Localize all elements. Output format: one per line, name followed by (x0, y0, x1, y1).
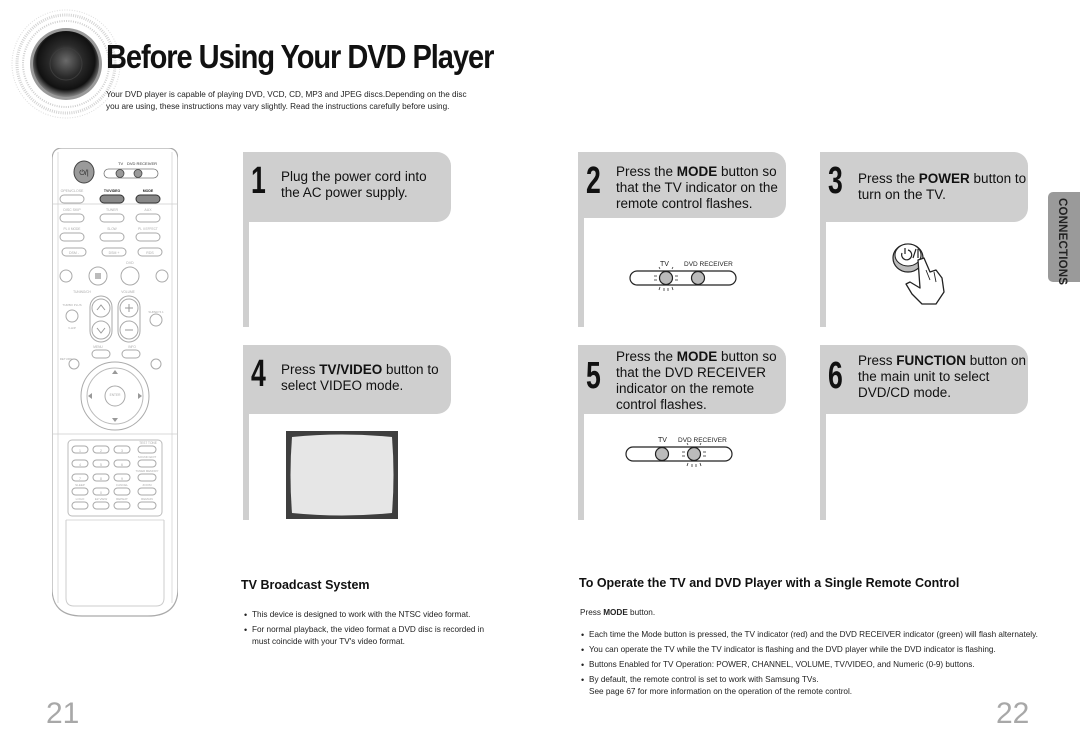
heading-rest: Broadcast System (256, 578, 370, 592)
remote-power-button: ⏻/| (73, 160, 95, 184)
bullet-item: You can operate the TV while the TV indi… (581, 644, 1071, 656)
tv-screen-illustration (286, 431, 398, 519)
single-remote-heading: To Operate the TV and DVD Player with a … (565, 569, 960, 601)
remote-label: MODE (143, 189, 154, 193)
intro-line: you are using, these instructions may va… (106, 102, 450, 111)
step-text: Press the POWER button to turn on the TV… (858, 171, 1027, 202)
press-mode-instruction: Press MODE button. (580, 608, 656, 617)
remote-digit: 2 (100, 449, 102, 453)
remote-control-illustration: ⏻/| TV DVD RECEIVER OPEN/CLOSE TV/VIDEO … (52, 148, 178, 617)
remote-digit: 9 (121, 477, 123, 481)
remote-label: LOGO (76, 497, 85, 501)
remote-label: TV/VIDEO (104, 189, 121, 193)
intro-line: Your DVD player is capable of playing DV… (106, 90, 467, 99)
remote-label: MENU (93, 345, 103, 349)
remote-label: SLEEP (75, 483, 85, 487)
svg-text:⏻/|: ⏻/| (79, 169, 88, 177)
page-number-right: 22 (996, 697, 1030, 730)
remote-label: TUNING/CH (73, 290, 91, 294)
step-number: 6 (828, 355, 843, 397)
page-title: Before Using Your DVD Player (106, 38, 494, 75)
remote-label: EZ VIEW (95, 497, 108, 501)
remote-label: TURBO PLUS (62, 303, 81, 307)
remote-label: INFO (128, 345, 136, 349)
remote-note: See page 67 for more information on the … (589, 687, 853, 696)
remote-digit: 5 (100, 463, 102, 467)
remote-label: RDS (146, 251, 154, 255)
bullet-item: Each time the Mode button is pressed, th… (581, 629, 1071, 641)
bullet-item: For normal playback, the video format a … (244, 624, 499, 648)
remote-label: ENTER (110, 393, 122, 397)
remote-label: REPEAT (116, 497, 128, 501)
remote-label: V-H/P (68, 326, 76, 330)
remote-label: DVD RECEIVER (127, 161, 157, 166)
remote-label: TEST TONE (139, 441, 157, 445)
tv-broadcast-bullets: This device is designed to work with the… (244, 609, 499, 651)
remote-label: TUNER (106, 208, 119, 212)
remote-digit: 7 (79, 477, 81, 481)
indicator-label-dvd: DVD RECEIVER (678, 437, 727, 444)
remote-digit: 4 (79, 463, 81, 467)
step-text: Plug the power cord into the AC power su… (281, 169, 427, 200)
remote-label: SLOW (107, 227, 116, 231)
remote-label: PL II EFFECT (138, 227, 158, 231)
remote-label: OPEN/CLOSE (61, 189, 84, 193)
remote-digit: 3 (121, 449, 123, 453)
remote-label: CANCEL (116, 483, 129, 487)
indicator-dvd-flashing-illustration: TV DVD RECEIVER (625, 437, 733, 467)
bullet-item: Buttons Enabled for TV Operation: POWER,… (581, 659, 1071, 671)
page-number-left: 21 (46, 697, 80, 730)
indicator-label-dvd: DVD RECEIVER (684, 261, 733, 268)
bullet-item: This device is designed to work with the… (244, 609, 499, 621)
remote-digit: 0 (100, 491, 102, 495)
heading-prefix: To (579, 576, 594, 590)
remote-label: ZOOM (143, 483, 152, 487)
heading-rest: Operate the TV and DVD Player with a Sin… (593, 576, 960, 590)
remote-label: DSM - (69, 251, 80, 255)
remote-label: AUX (144, 208, 152, 212)
step-number: 5 (586, 355, 601, 397)
bullet-item: By default, the remote control is set to… (581, 674, 1071, 686)
remote-label: PL II MODE (64, 227, 81, 231)
step-text: Press FUNCTION button on the main unit t… (858, 353, 1027, 400)
step-text: Press the MODE button so that the TV ind… (616, 164, 778, 211)
connections-section-tab: CONNECTIONS (1048, 192, 1080, 286)
connections-tab-label: CONNECTIONS (1056, 198, 1068, 286)
remote-label: DVD (126, 261, 134, 265)
remote-label: DSM + (109, 251, 120, 255)
remote-digit: 6 (121, 463, 123, 467)
indicator-label-tv: TV (658, 437, 667, 444)
power-button-hand-illustration (892, 243, 945, 305)
single-remote-bullets: Each time the Mode button is pressed, th… (581, 629, 1071, 686)
step-number: 1 (251, 160, 266, 202)
remote-label: DISC SKIP (63, 208, 81, 212)
remote-label: SUPER 5.1 (148, 310, 164, 314)
step-number: 3 (828, 160, 843, 202)
step-number: 4 (251, 353, 266, 395)
heading-prefix: TV (241, 578, 257, 592)
remote-label: TV (118, 161, 123, 166)
remote-label: REMAIN (141, 497, 153, 501)
remote-label: SOUND EDIT (138, 455, 157, 459)
step-number: 2 (586, 160, 601, 202)
step-text: Press TV/VIDEO button to select VIDEO mo… (281, 362, 439, 393)
remote-digit: 8 (100, 477, 102, 481)
remote-label: TUNER MEMORY (136, 469, 159, 473)
indicator-tv-flashing-illustration: TV DVD RECEIVER (629, 261, 737, 291)
intro-text: Your DVD player is capable of playing DV… (106, 89, 526, 113)
remote-label: VOLUME (121, 290, 134, 294)
remote-digit: 1 (79, 449, 81, 453)
step-text: Press the MODE button so that the DVD RE… (616, 349, 777, 412)
indicator-label-tv: TV (660, 261, 669, 268)
tv-broadcast-heading: TV Broadcast System (227, 571, 370, 603)
